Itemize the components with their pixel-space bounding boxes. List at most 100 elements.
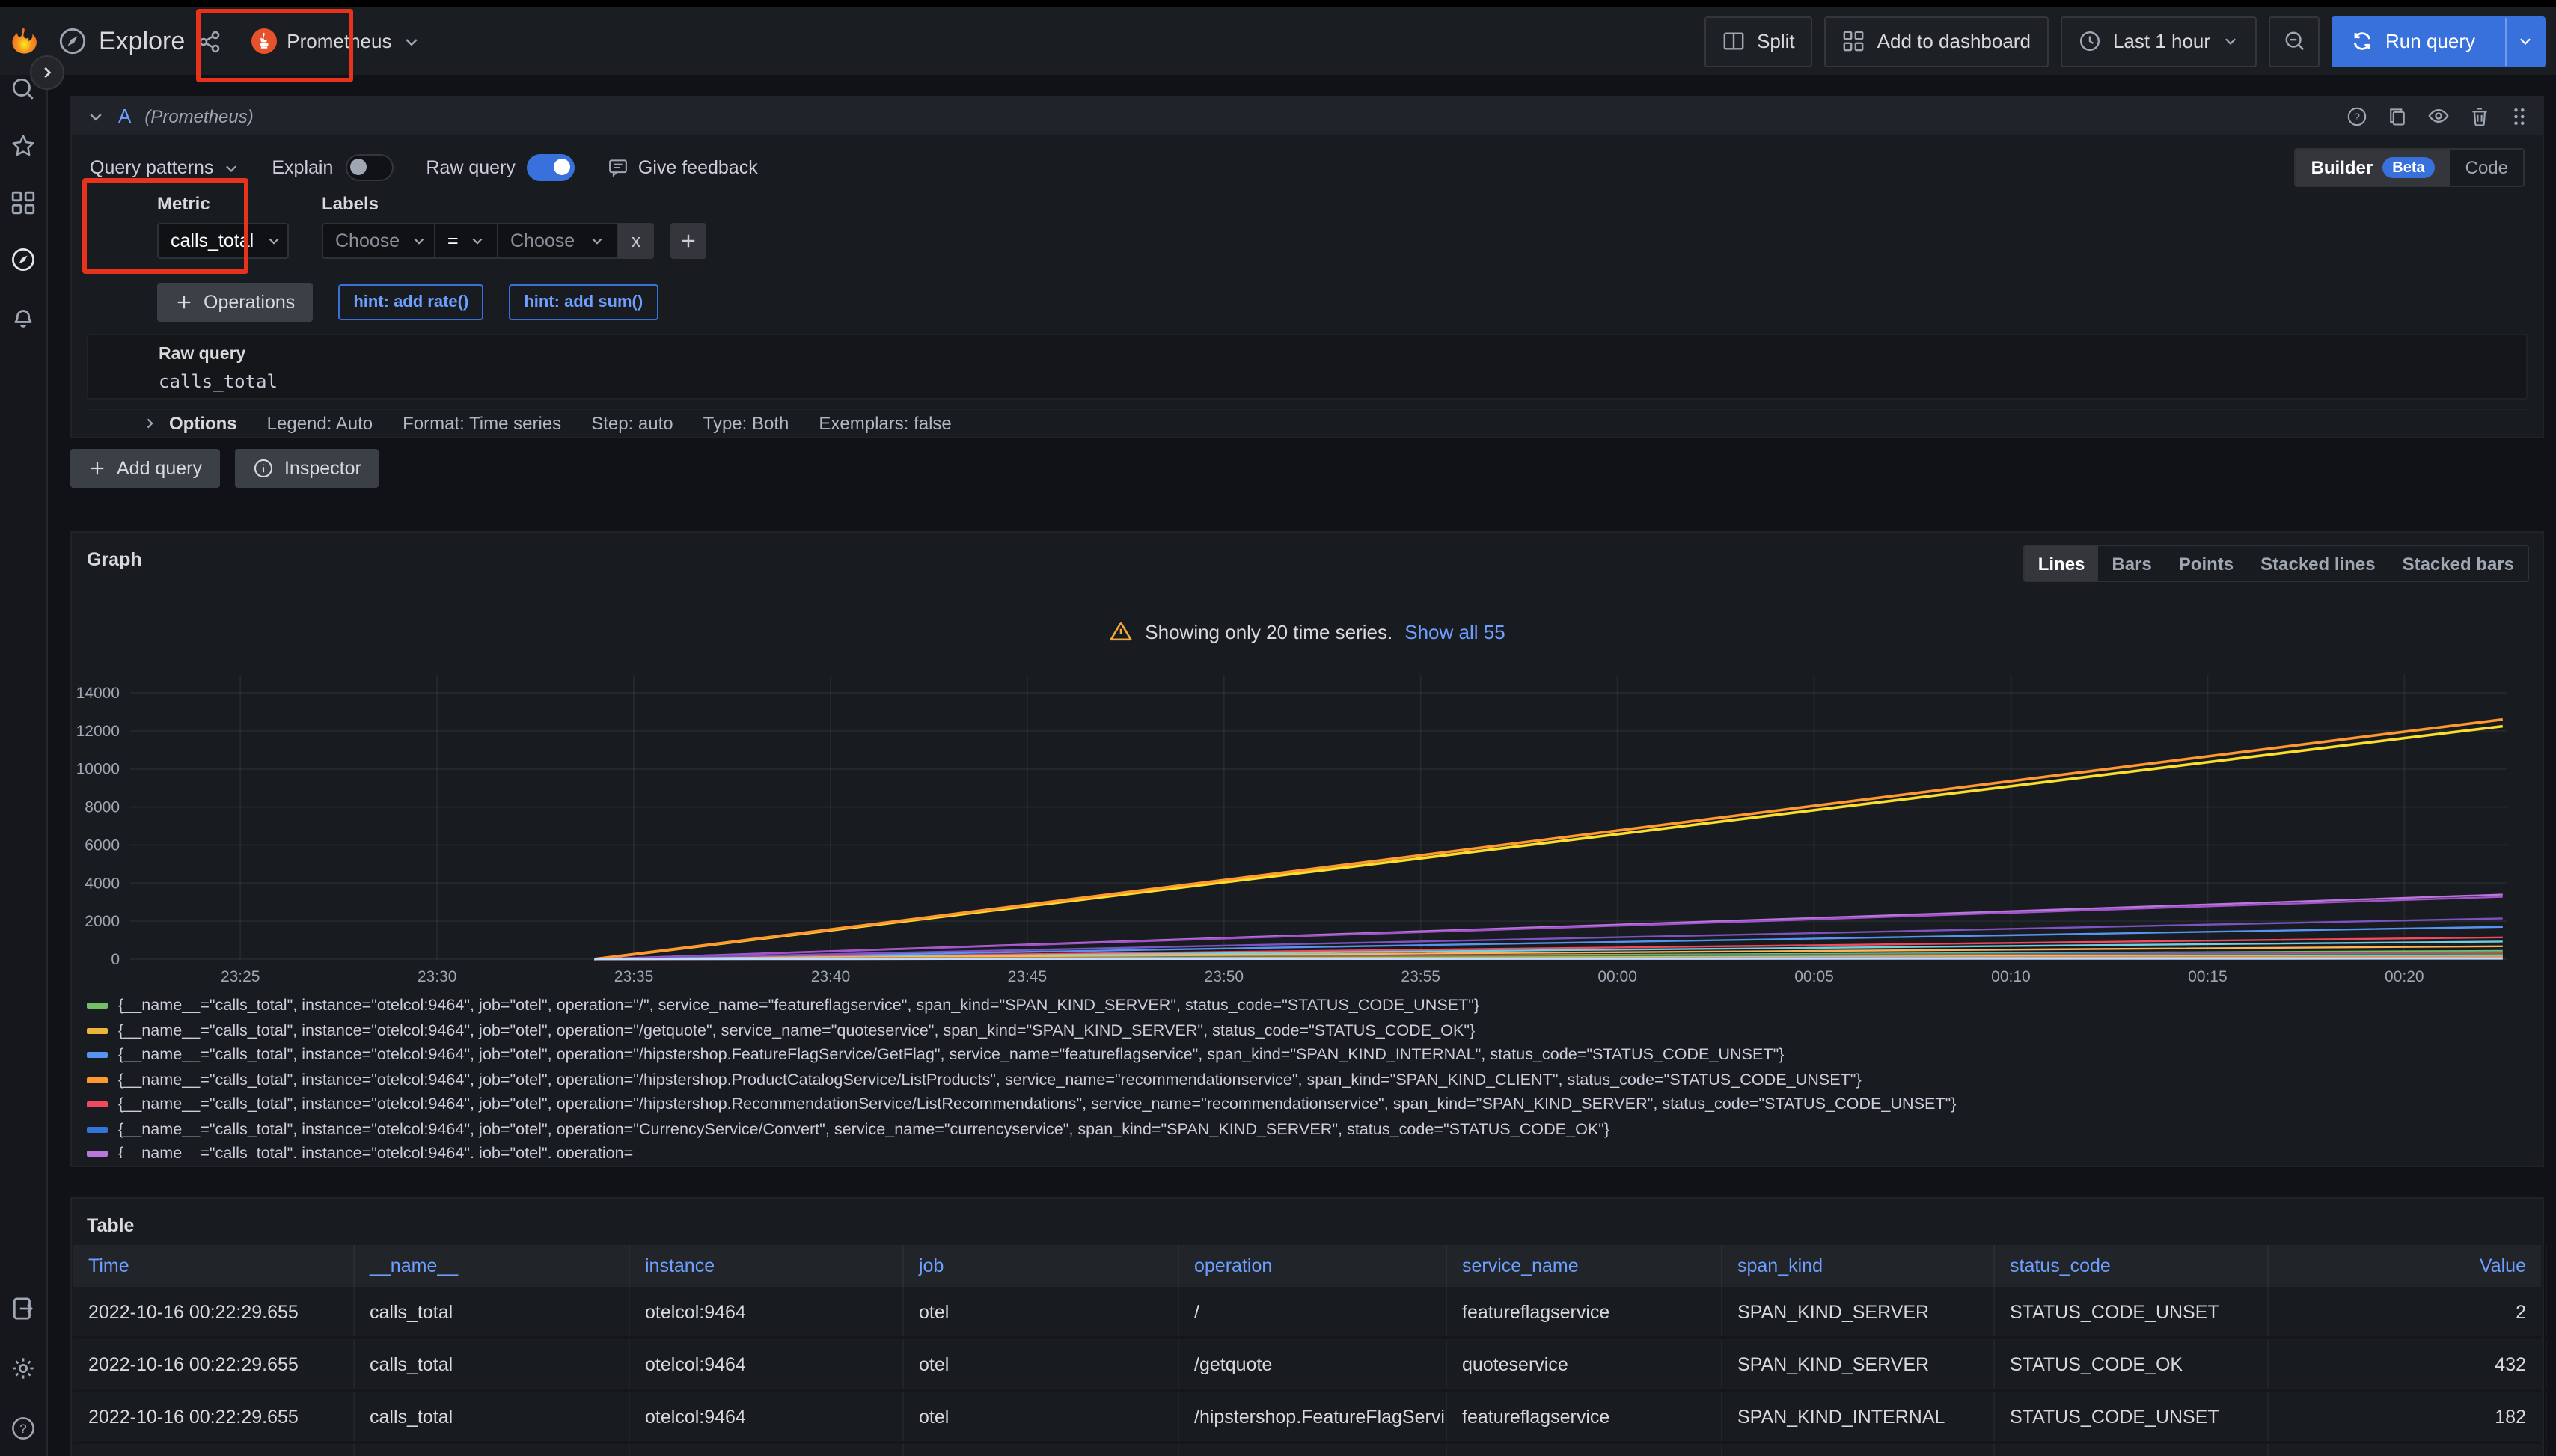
split-button[interactable]: Split: [1704, 16, 1813, 67]
explain-label: Explain: [272, 157, 333, 178]
legend-swatch-icon[interactable]: [87, 1028, 108, 1034]
legend-swatch-icon[interactable]: [87, 1151, 108, 1157]
legend-series-label[interactable]: {__name__="calls_total", instance="otelc…: [118, 1117, 1609, 1142]
y-axis-tick: 0: [111, 951, 120, 968]
legend-swatch-icon[interactable]: [87, 1077, 108, 1083]
chevron-down-icon: [412, 233, 426, 248]
chevron-down-icon: [2222, 33, 2239, 49]
add-query-button[interactable]: Add query: [70, 449, 220, 488]
sync-icon: [2351, 30, 2373, 52]
run-query-button[interactable]: Run query: [2332, 16, 2546, 67]
give-feedback-button[interactable]: Give feedback: [608, 157, 758, 178]
label-operator-select[interactable]: =: [435, 223, 498, 259]
prometheus-icon: [251, 28, 276, 54]
legend-swatch-icon[interactable]: [87, 1102, 108, 1108]
table-cell: recommendationservice: [1447, 1444, 1722, 1456]
add-label-filter-button[interactable]: [670, 223, 706, 259]
hint-add-rate-button[interactable]: hint: add rate(): [338, 284, 483, 320]
editor-mode-switch: Builder Beta Code: [2295, 148, 2525, 187]
column-header-operation[interactable]: operation: [1179, 1245, 1447, 1287]
duplicate-query-icon[interactable]: [2387, 105, 2408, 126]
drag-handle-icon[interactable]: [2510, 105, 2528, 126]
column-header-name[interactable]: __name__: [355, 1245, 630, 1287]
share-icon[interactable]: [197, 29, 221, 53]
give-feedback-label: Give feedback: [638, 157, 758, 178]
chevron-right-icon: [142, 416, 157, 431]
column-header-job[interactable]: job: [904, 1245, 1179, 1287]
builder-mode-option[interactable]: Builder Beta: [2296, 150, 2450, 186]
hide-response-eye-icon[interactable]: [2427, 105, 2450, 127]
add-to-dashboard-button[interactable]: Add to dashboard: [1825, 16, 2049, 67]
datasource-name: Prometheus: [287, 30, 391, 52]
options-expander[interactable]: Options: [142, 413, 237, 434]
query-toolbar: Query patterns Explain Raw query Give fe…: [72, 135, 2543, 187]
comment-icon: [608, 157, 629, 178]
graph-style-stacked-lines[interactable]: Stacked lines: [2247, 546, 2388, 581]
legend-series-label[interactable]: {__name__="calls_total", instance="otelc…: [118, 1068, 1862, 1092]
table-cell: STATUS_CODE_UNSET: [1995, 1392, 2269, 1441]
column-header-statuscode[interactable]: status_code: [1995, 1245, 2269, 1287]
run-query-caret[interactable]: [2505, 17, 2544, 65]
dashboards-icon[interactable]: [10, 190, 36, 215]
labels-label: Labels: [322, 193, 706, 214]
legend-swatch-icon[interactable]: [87, 1053, 108, 1059]
graph-style-lines[interactable]: Lines: [2025, 546, 2099, 581]
graph-style-bars[interactable]: Bars: [2098, 546, 2165, 581]
x-axis-tick: 23:30: [418, 968, 457, 985]
option-summary-item: Step: auto: [591, 413, 673, 434]
query-row-header[interactable]: A (Prometheus) ?: [72, 97, 2543, 135]
star-icon[interactable]: [10, 133, 36, 159]
column-header-time[interactable]: Time: [73, 1245, 355, 1287]
column-header-servicename[interactable]: service_name: [1447, 1245, 1722, 1287]
column-header-value[interactable]: Value: [2269, 1245, 2547, 1287]
chevron-down-icon: [402, 32, 420, 50]
x-axis-tick: 00:00: [1598, 968, 1637, 985]
time-series-chart[interactable]: 0200040006000800010000120001400023:2523:…: [72, 660, 2543, 994]
show-all-series-link[interactable]: Show all 55: [1404, 620, 1505, 643]
table-cell: /getquote: [1179, 1339, 1447, 1389]
legend-swatch-icon[interactable]: [87, 1127, 108, 1133]
alerting-bell-icon[interactable]: [10, 304, 36, 329]
table-cell: calls_total: [355, 1339, 630, 1389]
legend-series-label[interactable]: {__name__="calls_total", instance="otelc…: [118, 1092, 1957, 1117]
y-axis-tick: 10000: [76, 761, 120, 778]
inspector-label: Inspector: [284, 458, 361, 479]
collapse-chevron-icon[interactable]: [87, 107, 105, 125]
settings-gear-icon[interactable]: [10, 1356, 36, 1381]
label-value-select[interactable]: Choose: [498, 223, 618, 259]
table-cell: otel: [904, 1287, 1179, 1336]
time-range-picker[interactable]: Last 1 hour: [2061, 16, 2257, 67]
explore-icon[interactable]: [10, 247, 36, 272]
inspector-button[interactable]: Inspector: [235, 449, 379, 488]
query-patterns-button[interactable]: Query patterns: [90, 157, 239, 178]
column-header-instance[interactable]: instance: [630, 1245, 904, 1287]
hint-add-sum-button[interactable]: hint: add sum(): [509, 284, 658, 320]
zoom-out-button[interactable]: [2269, 16, 2320, 67]
raw-query-toggle[interactable]: [528, 154, 575, 181]
x-axis-tick: 23:55: [1401, 968, 1440, 985]
graph-style-points[interactable]: Points: [2165, 546, 2247, 581]
legend-series-label[interactable]: {__name__="calls_total", instance="otelc…: [118, 1142, 633, 1158]
explain-toggle[interactable]: [345, 154, 393, 181]
label-key-select[interactable]: Choose: [322, 223, 435, 259]
datasource-picker[interactable]: Prometheus: [242, 16, 429, 67]
graph-style-stacked-bars[interactable]: Stacked bars: [2389, 546, 2528, 581]
grafana-logo[interactable]: [0, 25, 46, 58]
code-mode-option[interactable]: Code: [2450, 150, 2523, 186]
legend-swatch-icon[interactable]: [87, 1003, 108, 1009]
query-help-icon[interactable]: ?: [2346, 105, 2367, 126]
sidebar-expand-button[interactable]: [30, 55, 64, 90]
legend-series-label[interactable]: {__name__="calls_total", instance="otelc…: [118, 1043, 1784, 1068]
table-cell: STATUS_CODE_OK: [1995, 1339, 2269, 1389]
table-cell: 432: [2269, 1339, 2547, 1389]
raw-query-label: Raw query: [426, 157, 516, 178]
operations-button[interactable]: Operations: [157, 283, 313, 322]
remove-label-filter-button[interactable]: x: [618, 223, 654, 259]
legend-series-label[interactable]: {__name__="calls_total", instance="otelc…: [118, 1018, 1475, 1043]
column-header-spankind[interactable]: span_kind: [1722, 1245, 1995, 1287]
sign-in-icon[interactable]: [10, 1296, 36, 1321]
remove-query-trash-icon[interactable]: [2469, 105, 2490, 126]
metric-select[interactable]: calls_total: [157, 223, 289, 259]
legend-series-label[interactable]: {__name__="calls_total", instance="otelc…: [118, 994, 1479, 1018]
help-icon[interactable]: ?: [10, 1416, 36, 1441]
